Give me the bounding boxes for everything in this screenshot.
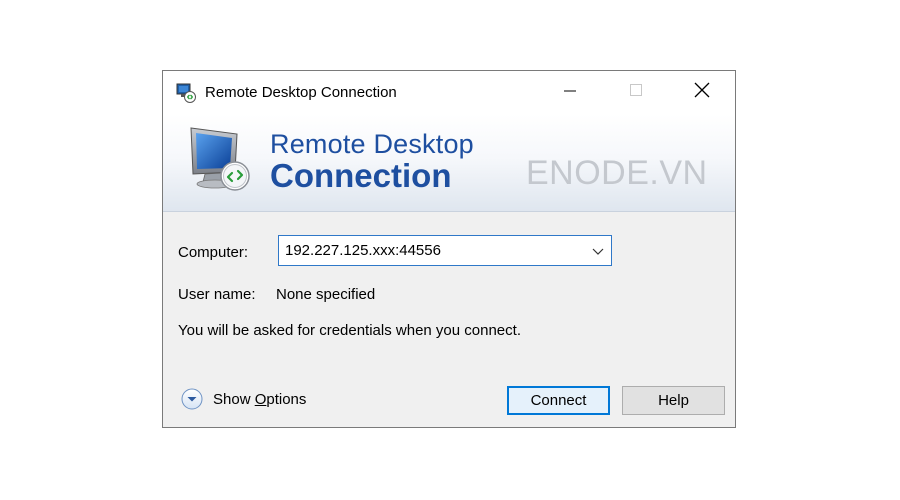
- show-options-accelerator: O: [254, 390, 267, 408]
- show-options-suffix: ptions: [266, 390, 307, 408]
- username-label: User name:: [178, 286, 256, 303]
- computer-combobox[interactable]: 192.227.125.xxx:44556: [278, 235, 612, 266]
- banner: Remote Desktop Connection ENODE.VN: [163, 114, 735, 212]
- minimize-icon: [563, 83, 577, 102]
- username-value: None specified: [276, 286, 376, 303]
- credentials-info-text: You will be asked for credentials when y…: [178, 322, 521, 339]
- window-title: Remote Desktop Connection: [205, 84, 397, 101]
- window-controls: [537, 71, 735, 114]
- maximize-icon: [629, 83, 643, 102]
- connect-button[interactable]: Connect: [507, 386, 610, 415]
- expand-circle-icon[interactable]: [181, 388, 203, 410]
- maximize-button[interactable]: [603, 71, 669, 114]
- computer-value[interactable]: 192.227.125.xxx:44556: [285, 242, 441, 259]
- show-options-toggle[interactable]: Show Options: [181, 388, 306, 410]
- connection-form: Computer: 192.227.125.xxx:44556 User nam…: [163, 212, 735, 428]
- show-options-label[interactable]: Show Options: [213, 391, 306, 408]
- title-bar[interactable]: Remote Desktop Connection: [163, 71, 735, 114]
- watermark: ENODE.VN: [526, 154, 708, 192]
- computer-label: Computer:: [178, 244, 249, 261]
- help-button[interactable]: Help: [622, 386, 725, 415]
- rdp-window: Remote Desktop Connection Remote Desktop…: [162, 70, 736, 428]
- minimize-button[interactable]: [537, 71, 603, 114]
- close-icon: [694, 82, 710, 103]
- rdp-monitor-icon: [185, 124, 257, 196]
- chevron-down-icon[interactable]: [592, 244, 604, 256]
- banner-title-line1: Remote Desktop: [270, 129, 474, 159]
- banner-title-line2: Connection: [270, 157, 452, 194]
- close-button[interactable]: [669, 71, 735, 114]
- show-options-prefix: Show: [213, 390, 255, 408]
- rdp-app-icon: [175, 82, 197, 104]
